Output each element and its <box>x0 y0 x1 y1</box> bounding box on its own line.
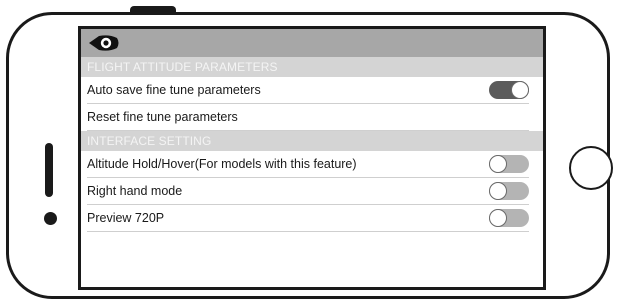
section-header-flight-attitude: FLIGHT ATTITUDE PARAMETERS <box>81 57 543 77</box>
top-bar <box>81 29 543 57</box>
home-button[interactable] <box>569 146 613 190</box>
setting-label-altitude-hold: Altitude Hold/Hover(For models with this… <box>87 157 357 171</box>
toggle-knob <box>489 209 507 227</box>
toggle-knob <box>489 155 507 173</box>
setting-row-auto-save[interactable]: Auto save fine tune parameters <box>87 77 529 104</box>
toggle-altitude-hold[interactable] <box>489 155 529 173</box>
setting-row-preview-720p[interactable]: Preview 720P <box>87 205 529 232</box>
setting-label-reset-fine-tune: Reset fine tune parameters <box>87 110 238 124</box>
setting-row-right-hand-mode[interactable]: Right hand mode <box>87 178 529 205</box>
back-button[interactable] <box>87 33 121 53</box>
setting-label-right-hand-mode: Right hand mode <box>87 184 183 198</box>
section-header-interface-setting: INTERFACE SETTING <box>81 131 543 151</box>
toggle-knob <box>511 81 529 99</box>
toggle-knob <box>489 182 507 200</box>
toggle-right-hand-mode[interactable] <box>489 182 529 200</box>
setting-label-auto-save: Auto save fine tune parameters <box>87 83 261 97</box>
toggle-auto-save[interactable] <box>489 81 529 99</box>
setting-row-altitude-hold[interactable]: Altitude Hold/Hover(For models with this… <box>87 151 529 178</box>
power-button[interactable] <box>130 6 176 14</box>
setting-label-preview-720p: Preview 720P <box>87 211 165 225</box>
back-arrow-eye-icon <box>89 35 119 51</box>
setting-row-reset-fine-tune[interactable]: Reset fine tune parameters <box>87 104 529 131</box>
speaker-slot <box>45 143 53 197</box>
app-screen: FLIGHT ATTITUDE PARAMETERS Auto save fin… <box>78 26 546 290</box>
toggle-preview-720p[interactable] <box>489 209 529 227</box>
camera-dot <box>44 212 57 225</box>
